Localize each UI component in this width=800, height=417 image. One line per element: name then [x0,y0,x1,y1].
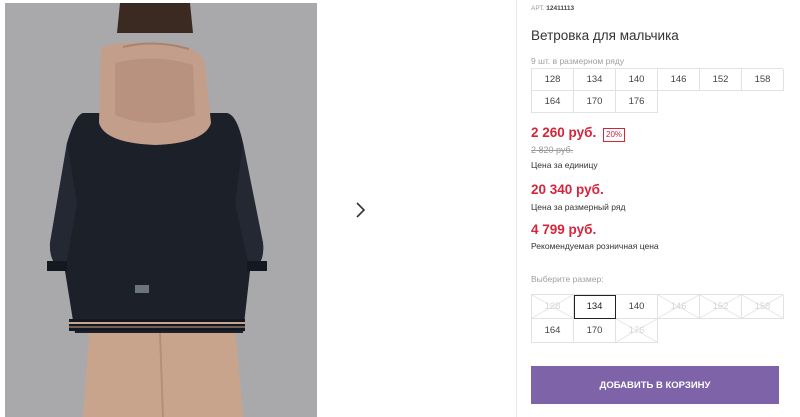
size-option-label: 176 [628,325,645,336]
unit-price-note: Цена за единицу [531,160,598,170]
size-option-128: 128 [532,295,574,319]
size-row-item: 158 [742,69,784,91]
size-option-152: 152 [700,295,742,319]
size-row-item: 176 [616,91,658,113]
article-label: АРТ. [531,5,545,12]
old-price: 2 820 руб. [531,145,574,155]
discount-badge: 20% [603,128,626,142]
product-photo[interactable] [5,3,317,417]
size-option-label: 164 [544,325,561,336]
product-gallery [0,0,516,417]
size-option-label: 128 [544,301,561,312]
size-option-140[interactable]: 140 [616,295,658,319]
article-number: АРТ. 12411113 [531,5,574,12]
size-row-item: 170 [574,91,616,113]
size-option-label: 146 [670,301,687,312]
size-option-label: 140 [628,301,645,312]
size-row-item: 152 [700,69,742,91]
size-option-170[interactable]: 170 [574,319,616,343]
chevron-right-icon [356,202,365,218]
size-option-164[interactable]: 164 [532,319,574,343]
size-option-label: 170 [586,325,603,336]
choose-size-label: Выберите размер: [531,274,604,284]
size-selector-grid: 128 134 140 146 152 158 164 170 176 [531,294,784,343]
divider [516,0,517,417]
product-title: Ветровка для мальчика [531,28,679,43]
row-price: 20 340 руб. [531,182,604,197]
size-row-item: 146 [658,69,700,91]
unit-price: 2 260 руб. [531,125,597,140]
size-row-item: 164 [532,91,574,113]
add-to-cart-button[interactable]: Добавить в корзину [531,366,779,404]
size-row-item: 134 [574,69,616,91]
size-row-grid: 128 134 140 146 152 158 164 170 176 [531,68,784,113]
article-value: 12411113 [546,5,575,12]
size-row-item: 128 [532,69,574,91]
size-option-134[interactable]: 134 [574,295,616,319]
size-option-146: 146 [658,295,700,319]
next-image-button[interactable] [341,191,379,229]
size-option-label: 152 [712,301,729,312]
retail-price: 4 799 руб. [531,222,597,237]
retail-price-note: Рекомендуемая розничная цена [531,241,659,251]
size-option-176: 176 [616,319,658,343]
windbreaker-illustration [5,3,317,417]
size-row-caption: 9 шт. в размерном ряду [531,56,625,66]
size-option-158: 158 [742,295,784,319]
row-price-note: Цена за размерный ряд [531,202,626,212]
size-option-label: 158 [754,301,771,312]
size-option-label: 134 [586,301,603,312]
size-row-item: 140 [616,69,658,91]
